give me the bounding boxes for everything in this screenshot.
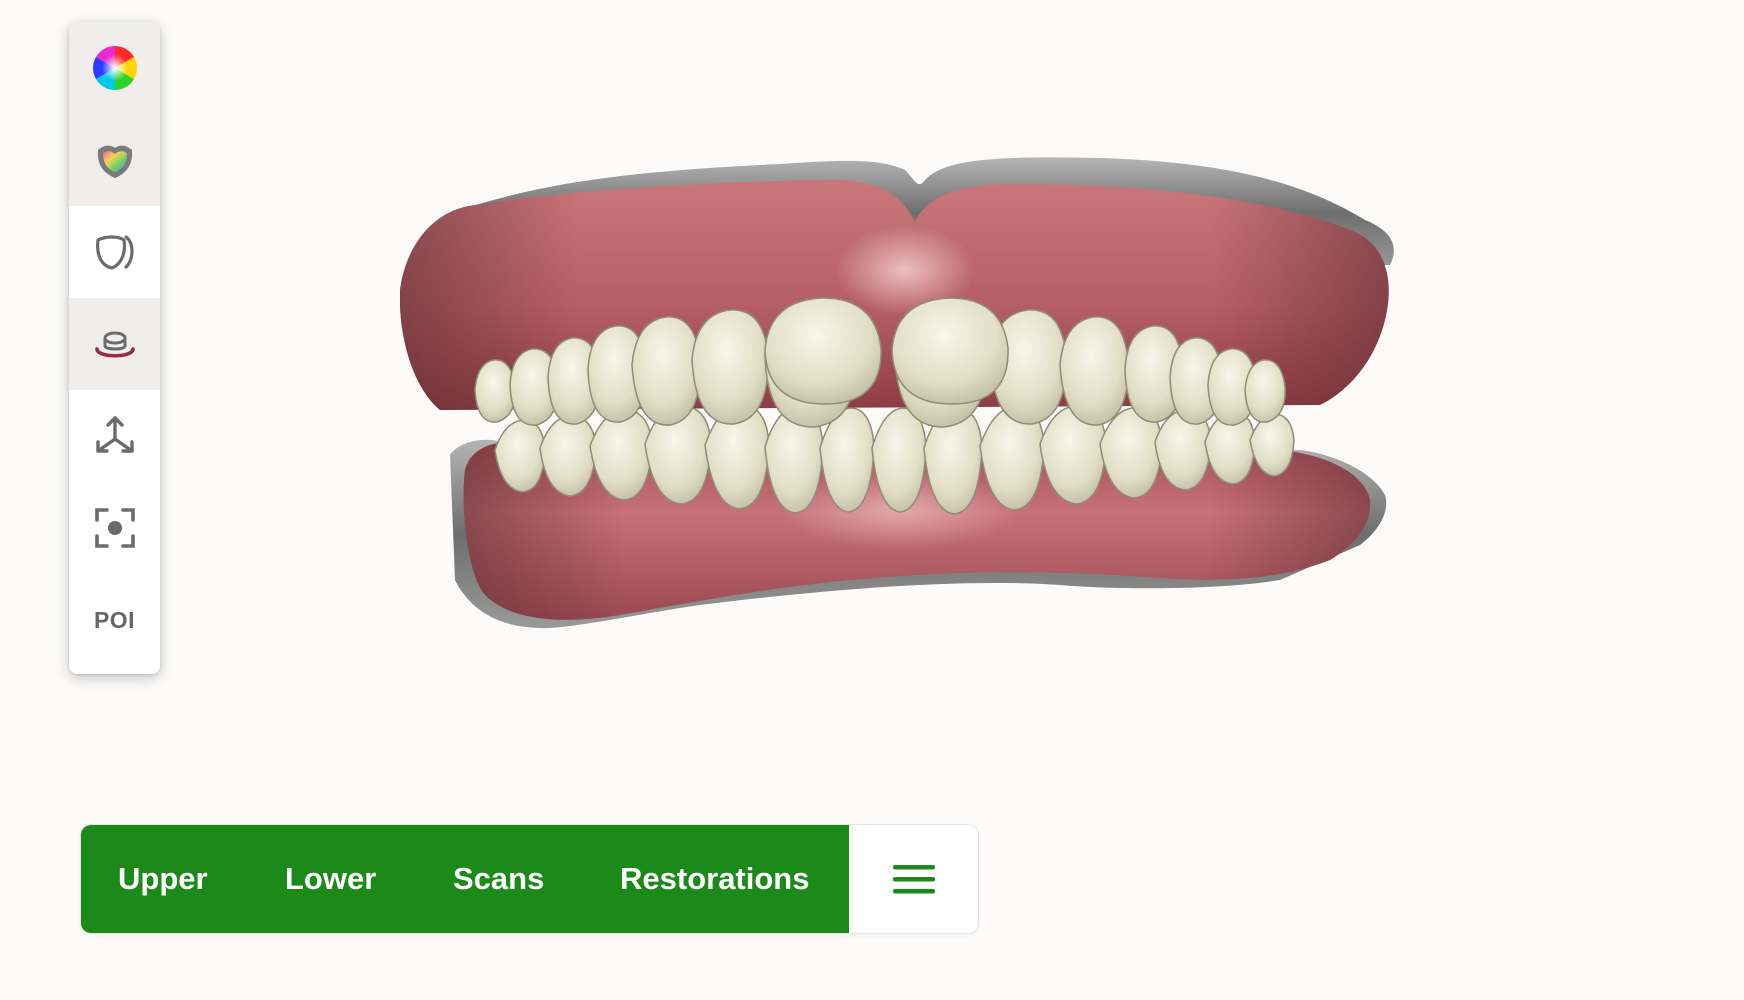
focus-icon [94, 508, 135, 548]
color-wheel-icon [92, 46, 137, 90]
jaw-tabs: Upper Lower Scans Restorations [81, 825, 849, 933]
tab-lower[interactable]: Lower [285, 861, 376, 897]
tab-upper[interactable]: Upper [118, 861, 208, 897]
tab-scans[interactable]: Scans [453, 861, 544, 897]
menu-button[interactable] [849, 825, 978, 933]
color-wheel-button[interactable] [69, 22, 160, 114]
base-toggle-button[interactable] [69, 298, 160, 390]
jaw-selector-bar: Upper Lower Scans Restorations [81, 825, 978, 933]
outline-view-icon [95, 235, 134, 270]
outline-view-button[interactable] [69, 206, 160, 298]
view-toolbar: POI [69, 22, 160, 674]
texture-shield-button[interactable] [69, 114, 160, 206]
axes-icon [95, 416, 134, 453]
base-icon [94, 331, 135, 358]
poi-label: POI [93, 606, 136, 633]
3d-viewport[interactable]: POI Upper Lower Scans Restorations [0, 0, 1744, 1000]
tab-restorations[interactable]: Restorations [620, 861, 809, 897]
focus-button[interactable] [69, 482, 160, 574]
poi-button[interactable]: POI [69, 574, 160, 666]
texture-shield-icon [97, 145, 132, 178]
hamburger-menu-icon [892, 865, 935, 894]
dental-model[interactable] [400, 150, 1560, 730]
axes-button[interactable] [69, 390, 160, 482]
